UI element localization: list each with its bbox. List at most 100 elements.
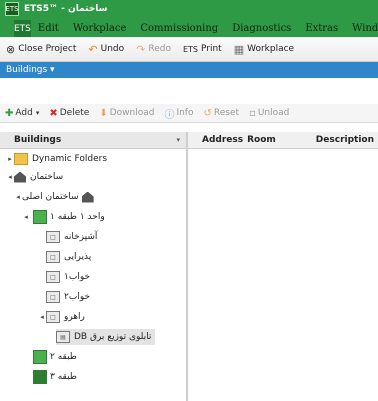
redo-label: Redo xyxy=(148,44,171,54)
menu-workplace[interactable]: Workplace xyxy=(66,23,134,37)
floor1-label: واحد ۱ طبقه ۱ xyxy=(50,212,105,222)
buildings-panel-bar[interactable]: Buildings ▾ xyxy=(0,62,378,78)
buildings-tree: ▸ Dynamic Folders ◂ ساختمان ◂ ساختمان اص… xyxy=(0,149,186,401)
tree-node-distribution-board[interactable]: ▤ تابلوی توزیع برق DB xyxy=(56,329,156,345)
tree-node-room[interactable]: □ پذیرایی xyxy=(46,249,91,265)
column-description[interactable]: Description xyxy=(276,135,374,145)
close-project-button[interactable]: ⊗ Close Project xyxy=(0,43,82,56)
floor3-label: طبقه ۳ xyxy=(50,372,77,382)
tree-node-floor1[interactable]: ◂ واحد ۱ طبقه ۱ xyxy=(22,209,105,225)
info-icon: ⓘ xyxy=(164,109,175,121)
title-bar: ETS ETS5™ - ساختمان xyxy=(0,0,378,18)
reset-label: Reset xyxy=(213,108,240,118)
print-button[interactable]: ETS Print xyxy=(177,44,228,54)
menu-window[interactable]: Window xyxy=(345,23,378,37)
room-label: خواب۱ xyxy=(64,272,91,282)
ets-logo-icon: ETS xyxy=(5,2,19,16)
close-project-label: Close Project xyxy=(18,44,77,54)
tree-node-building[interactable]: ◂ ساختمان اصلی xyxy=(14,189,98,205)
unload-label: Unload xyxy=(257,108,290,118)
folder-icon xyxy=(14,153,28,165)
redo-icon: ↷ xyxy=(136,42,146,56)
info-label: Info xyxy=(176,108,194,118)
menu-edit[interactable]: Edit xyxy=(31,23,66,37)
delete-icon: ✖ xyxy=(49,107,58,119)
panel-title: Buildings ▾ xyxy=(6,65,55,75)
floor-icon xyxy=(33,370,47,384)
add-icon: ✚ xyxy=(5,107,14,119)
room-icon: □ xyxy=(46,231,60,243)
chevron-down-icon[interactable]: ▾ xyxy=(176,136,180,144)
room-icon: □ xyxy=(46,251,60,263)
ets-window: ETS ETS5™ - ساختمان ETS Edit Workplace C… xyxy=(0,0,378,401)
root-label: ساختمان xyxy=(30,172,64,182)
building-part-icon xyxy=(81,191,94,203)
floor-icon xyxy=(33,210,47,224)
column-room[interactable]: Room xyxy=(243,135,276,145)
tree-node-dynamic-folders[interactable]: ▸ Dynamic Folders xyxy=(6,151,107,167)
building-label: ساختمان اصلی xyxy=(22,192,79,202)
room-icon: □ xyxy=(46,291,60,303)
reset-button[interactable]: ↺ Reset xyxy=(199,108,245,119)
grid-header: Address Room Description xyxy=(188,132,378,149)
delete-label: Delete xyxy=(59,108,90,118)
workplace-icon: ▦ xyxy=(233,42,245,56)
workplace-button[interactable]: ▦ Workplace xyxy=(228,43,300,56)
main-toolbar: ⊗ Close Project ↶ Undo ↷ Redo ETS Print … xyxy=(0,37,378,62)
room-label: آشپزخانه xyxy=(64,232,98,242)
building-icon xyxy=(14,171,26,183)
workplace-label: Workplace xyxy=(247,44,295,54)
download-button[interactable]: ⬇ Download xyxy=(94,108,159,119)
distribution-board-icon: ▤ xyxy=(56,331,70,343)
collapse-icon[interactable]: ◂ xyxy=(14,193,22,201)
room-label: پذیرایی xyxy=(64,252,92,262)
buildings-tree-header[interactable]: Buildings ▾ xyxy=(0,132,186,149)
menu-ets[interactable]: ETS xyxy=(14,20,31,37)
tree-node-corridor[interactable]: ◂ □ راهرو xyxy=(38,309,85,325)
dynamic-folders-label: Dynamic Folders xyxy=(32,154,108,164)
room-label: خواب۲ xyxy=(64,292,91,302)
buildings-toolbar: ✚ Add ▾ ✖ Delete ⬇ Download ⓘ Info ↺ Res… xyxy=(0,104,378,123)
menu-diagnostics[interactable]: Diagnostics xyxy=(225,23,298,37)
menu-commissioning[interactable]: Commissioning xyxy=(133,23,225,37)
menu-bar: ETS Edit Workplace Commissioning Diagnos… xyxy=(0,18,378,37)
undo-button[interactable]: ↶ Undo xyxy=(82,43,130,56)
tree-node-room[interactable]: □ خواب۱ xyxy=(46,269,90,285)
collapse-icon[interactable]: ◂ xyxy=(6,173,14,181)
unload-button[interactable]: ▫ Unload xyxy=(244,108,294,119)
tree-node-room[interactable]: □ خواب۲ xyxy=(46,289,90,305)
print-label: Print xyxy=(200,44,222,54)
add-button[interactable]: ✚ Add ▾ xyxy=(0,108,44,119)
panel-splitter[interactable] xyxy=(186,132,188,401)
delete-button[interactable]: ✖ Delete xyxy=(44,108,94,119)
column-address[interactable]: Address xyxy=(188,135,243,145)
add-dropdown-icon[interactable]: ▾ xyxy=(36,109,40,117)
unload-icon: ▫ xyxy=(249,107,256,119)
undo-label: Undo xyxy=(100,44,125,54)
room-icon: □ xyxy=(46,311,60,323)
reset-icon: ↺ xyxy=(203,107,212,119)
tree-node-room[interactable]: □ آشپزخانه xyxy=(46,229,97,245)
undo-icon: ↶ xyxy=(88,42,98,56)
download-label: Download xyxy=(109,108,155,118)
tree-node-root[interactable]: ◂ ساختمان xyxy=(6,169,63,185)
download-icon: ⬇ xyxy=(99,107,108,119)
expand-icon[interactable]: ▸ xyxy=(6,155,14,163)
add-label: Add xyxy=(15,108,33,118)
floor-icon xyxy=(33,350,47,364)
tree-node-floor3[interactable]: طبقه ۳ xyxy=(30,369,77,385)
print-icon: ETS xyxy=(182,44,198,54)
distribution-board-label: تابلوی توزیع برق DB xyxy=(74,332,152,342)
menu-extras[interactable]: Extras xyxy=(298,23,345,37)
redo-button[interactable]: ↷ Redo xyxy=(130,43,177,56)
collapse-icon[interactable]: ◂ xyxy=(38,313,46,321)
info-button[interactable]: ⓘ Info xyxy=(159,106,198,121)
close-project-icon: ⊗ xyxy=(6,42,16,56)
room-icon: □ xyxy=(46,271,60,283)
window-title: ETS5™ - ساختمان xyxy=(24,4,108,14)
tree-node-floor2[interactable]: طبقه ۲ xyxy=(30,349,77,365)
tree-header-title: Buildings xyxy=(14,135,62,145)
corridor-label: راهرو xyxy=(64,312,85,322)
collapse-icon[interactable]: ◂ xyxy=(22,213,30,221)
floor2-label: طبقه ۲ xyxy=(50,352,77,362)
